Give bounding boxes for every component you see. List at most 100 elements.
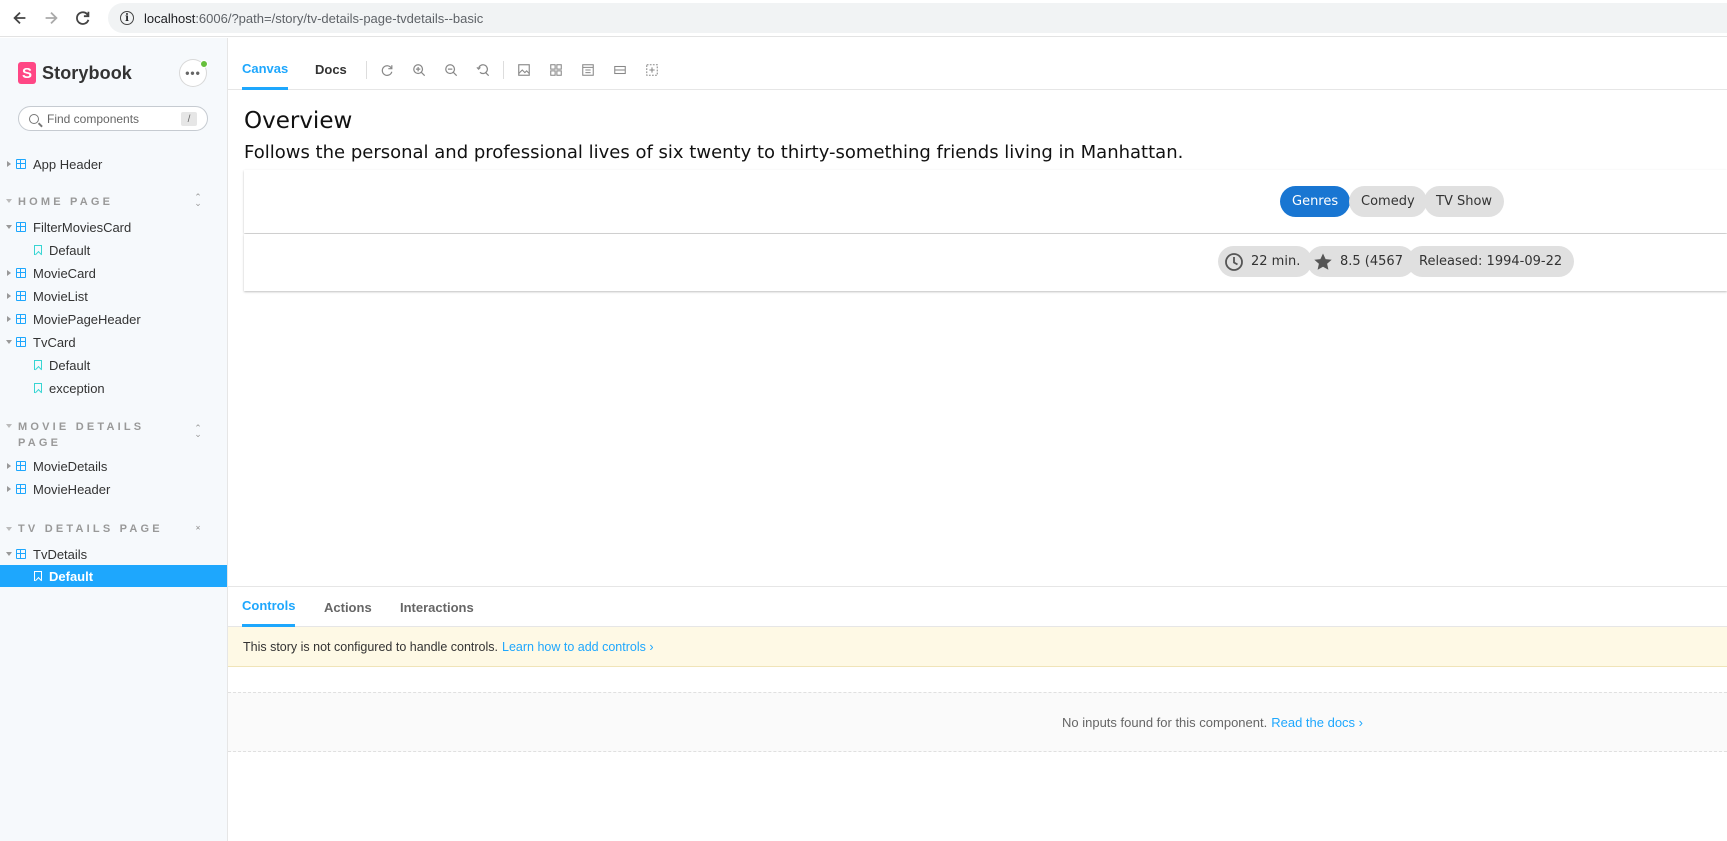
story-canvas: Overview Follows the personal and profes… [228,91,1727,586]
section-tv-details-page[interactable]: TV DETAILS PAGE [18,521,163,537]
bookmark-icon [34,360,42,370]
preview-toolbar: Canvas Docs [228,49,1727,90]
sidebar-item-movie-page-header[interactable]: MoviePageHeader [0,308,227,330]
sidebar-story-default-selected[interactable]: Default [0,565,227,587]
forward-button[interactable] [39,6,63,30]
sidebar-item-label: TvDetails [33,546,88,562]
back-button[interactable] [8,6,32,30]
component-icon [16,291,26,301]
sidebar-story-exception[interactable]: exception [0,377,227,399]
sidebar-story-default[interactable]: Default [0,354,227,376]
section-movie-details-page[interactable]: MOVIE DETAILS PAGE [18,419,144,451]
info-icon[interactable]: i [120,11,134,25]
section-caret-icon[interactable] [6,199,12,203]
sidebar-item-movie-card[interactable]: MovieCard [0,262,227,284]
zoom-out-icon[interactable] [443,62,458,77]
chip-genres[interactable]: Genres [1280,186,1351,217]
sidebar-item-tv-details[interactable]: TvDetails [0,543,227,565]
sidebar-item-tv-card[interactable]: TvCard [0,331,227,353]
bookmark-icon [34,245,42,255]
search-input[interactable] [47,111,187,126]
caret-right-icon [7,161,11,167]
sidebar: S Storybook ••• / App Header HOME PAGE ⌃… [0,38,228,841]
url-host: localhost [144,10,196,26]
background-icon[interactable] [516,62,531,77]
reload-button[interactable] [71,6,95,30]
toolbar-divider [366,61,367,79]
storybook-brand[interactable]: S Storybook [18,62,132,84]
sidebar-item-app-header[interactable]: App Header [0,153,227,175]
sidebar-item-label: Default [49,242,91,258]
controls-notice: This story is not configured to handle c… [228,627,1727,667]
component-icon [16,337,26,347]
reload-icon [76,11,90,25]
tab-controls[interactable]: Controls [242,587,296,627]
toolbar-divider [503,61,504,79]
component-icon [16,222,26,232]
sidebar-item-label: App Header [33,156,103,172]
zoom-reset-icon[interactable] [475,62,490,77]
chip-comedy[interactable]: Comedy [1349,186,1427,217]
tab-interactions[interactable]: Interactions [400,587,474,627]
component-icon [16,549,26,559]
component-icon [16,268,26,278]
refresh-icon[interactable] [379,62,394,77]
empty-state-text: No inputs found for this component. [1061,714,1268,730]
tab-actions[interactable]: Actions [324,587,372,627]
notice-text: This story is not configured to handle c… [243,639,498,654]
search-shortcut-key: / [181,112,197,126]
sidebar-item-filter-movies-card[interactable]: FilterMoviesCard [0,216,227,238]
caret-down-icon [6,340,12,344]
viewport-icon[interactable] [580,62,595,77]
component-icon [16,314,26,324]
section-home-page[interactable]: HOME PAGE [18,194,113,210]
sidebar-item-label: MovieList [33,288,88,304]
sidebar-item-label: MoviePageHeader [33,311,141,327]
addons-panel: Controls Actions Interactions This story… [228,586,1727,841]
arrow-left-icon [13,11,26,25]
sidebar-item-label: MovieCard [33,265,96,281]
component-icon [16,159,26,169]
sidebar-item-movie-details[interactable]: MovieDetails [0,455,227,477]
section-caret-icon[interactable] [6,424,12,428]
component-icon [16,484,26,494]
tab-canvas[interactable]: Canvas [242,49,289,90]
runtime-value: 22 min. [1251,254,1301,269]
chip-rating[interactable]: 8.5 (4567 [1307,246,1415,277]
grid-icon[interactable] [548,62,563,77]
sidebar-item-movie-header[interactable]: MovieHeader [0,478,227,500]
collapse-icon[interactable]: ⌄ ⌃ [193,521,203,536]
search-icon [29,113,39,124]
search-field[interactable]: / [18,106,208,131]
sidebar-item-label: Default [49,357,91,373]
storybook-logo-icon: S [18,62,36,84]
learn-controls-link[interactable]: Learn how to add controls › [502,640,653,654]
browser-toolbar: i localhost:6006/?path=/story/tv-details… [0,0,1727,37]
sidebar-item-label: Default [49,568,94,584]
notification-dot [200,60,208,68]
zoom-in-icon[interactable] [411,62,426,77]
tab-docs[interactable]: Docs [315,49,347,90]
measure-icon[interactable] [612,62,627,77]
main-panel: Canvas Docs Overview Follows the persona… [228,49,1727,841]
expand-collapse-icon[interactable]: ⌃ ⌄ [193,424,203,439]
outline-icon[interactable] [644,62,659,77]
section-title-line: MOVIE DETAILS [18,421,145,433]
sidebar-item-label: MovieHeader [33,481,111,497]
section-caret-icon[interactable] [6,527,12,531]
arrow-right-icon [45,11,58,25]
sidebar-story-default[interactable]: Default [0,239,227,261]
chip-runtime[interactable]: 22 min. [1218,246,1313,277]
expand-collapse-icon[interactable]: ⌃ ⌄ [193,193,203,208]
info-chip-row: 22 min. 8.5 (4567 Released: 1994-09-22 [244,234,1727,291]
chip-released[interactable]: Released: 1994-09-22 [1407,246,1575,277]
star-icon [1312,251,1334,273]
caret-right-icon [7,270,11,276]
address-bar[interactable]: i localhost:6006/?path=/story/tv-details… [108,3,1727,33]
overview-heading: Overview [244,108,353,134]
rating-value: 8.5 (4567 [1340,254,1403,269]
read-docs-link[interactable]: Read the docs › [1271,715,1363,730]
chip-tv-show[interactable]: TV Show [1424,186,1505,217]
caret-right-icon [7,293,11,299]
sidebar-item-movie-list[interactable]: MovieList [0,285,227,307]
